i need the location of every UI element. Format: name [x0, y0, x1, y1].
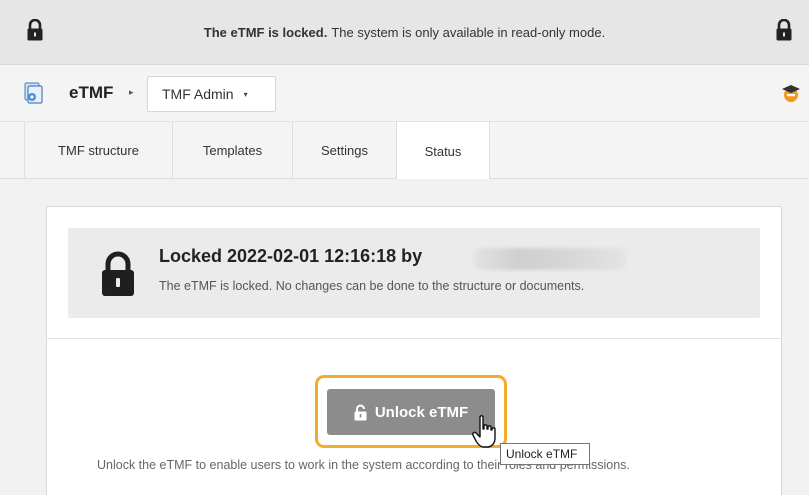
tab-label: Status [424, 143, 462, 159]
tab-label: Settings [321, 143, 368, 158]
tab-tmf-structure[interactable]: TMF structure [24, 122, 173, 179]
banner-text: The system is only available in read-onl… [331, 24, 606, 40]
graduation-cap-icon[interactable] [781, 83, 801, 103]
tab-bar: TMF structure Templates Settings Status [0, 122, 809, 180]
breadcrumb-separator-icon: ▸ [129, 87, 134, 97]
unlock-icon [354, 404, 367, 420]
module-select[interactable]: TMF Admin ▾ [147, 76, 276, 112]
module-select-value: TMF Admin [162, 86, 234, 102]
redacted-user-name [474, 248, 626, 270]
lock-status-panel [68, 228, 760, 318]
app-header: eTMF ▸ TMF Admin ▾ [0, 64, 809, 122]
chevron-down-icon: ▾ [243, 89, 248, 99]
tooltip-text: Unlock eTMF [506, 447, 578, 461]
tab-settings[interactable]: Settings [293, 122, 397, 179]
unlock-etmf-button[interactable]: Unlock eTMF [327, 389, 495, 435]
lock-icon [776, 19, 792, 41]
lock-icon [102, 251, 134, 296]
unlock-tooltip: Unlock eTMF [500, 443, 590, 465]
locked-description: The eTMF is locked. No changes can be do… [159, 279, 585, 293]
readonly-banner: The eTMF is locked. The system is only a… [0, 0, 809, 64]
divider [47, 338, 781, 339]
tab-status[interactable]: Status [397, 122, 490, 180]
hand-pointer-cursor-icon [472, 415, 496, 448]
tab-templates[interactable]: Templates [173, 122, 293, 179]
locked-title: Locked 2022-02-01 12:16:18 by [159, 246, 423, 266]
unlock-button-label: Unlock eTMF [374, 403, 469, 421]
tab-label: TMF structure [58, 143, 139, 158]
lock-icon [27, 19, 43, 41]
banner-strong-text: The eTMF is locked. [203, 24, 328, 40]
app-title[interactable]: eTMF [69, 83, 113, 103]
tab-label: Templates [202, 143, 263, 158]
etmf-app-icon[interactable] [23, 82, 45, 104]
